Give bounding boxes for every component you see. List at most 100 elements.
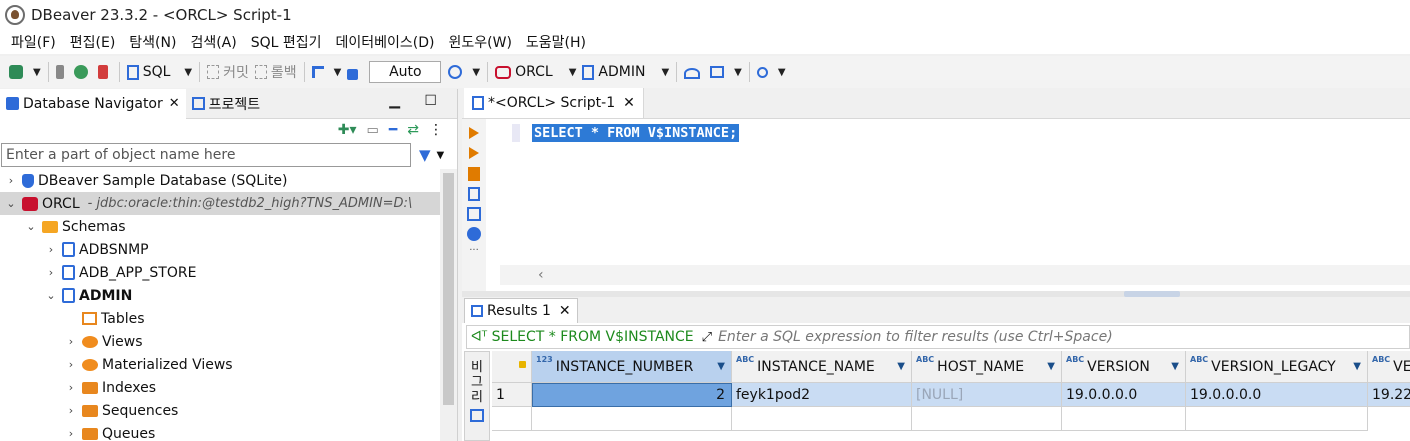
tree-item-sequences[interactable]: › Sequences (0, 399, 457, 422)
grid-view-label[interactable]: 비그리 (471, 360, 483, 405)
tree-item-orcl[interactable]: ⌄ ORCL - jdbc:oracle:thin:@testdb2_high?… (0, 192, 457, 215)
chevron-down-icon[interactable]: ▼ (437, 150, 445, 161)
cell-ve[interactable]: 19.22. (1368, 383, 1410, 407)
row-number[interactable]: 1 (492, 383, 532, 407)
chevron-right-icon[interactable]: › (64, 358, 78, 371)
chevron-right-icon[interactable]: › (64, 404, 78, 417)
sort-arrow-icon[interactable]: ▼ (1171, 361, 1179, 372)
tree-item-sample-db[interactable]: › DBeaver Sample Database (SQLite) (0, 169, 457, 192)
tree-item-admin[interactable]: ⌄ ADMIN (0, 284, 457, 307)
tree-item-schemas[interactable]: ⌄ Schemas (0, 215, 457, 238)
chevron-down-icon[interactable]: ⌄ (4, 197, 18, 210)
explain-plan-icon[interactable] (468, 187, 480, 201)
close-icon[interactable]: ✕ (169, 96, 180, 111)
menu-help[interactable]: 도움말(H) (519, 32, 593, 52)
sort-arrow-icon[interactable]: ▼ (1353, 361, 1361, 372)
settings-gear-icon[interactable] (467, 227, 481, 241)
view-menu-icon[interactable]: ⋮ (429, 122, 443, 138)
schema-selector[interactable]: ADMIN ▼ (579, 59, 672, 85)
column-header-host-name[interactable]: ABC HOST_NAME ▼ (912, 351, 1062, 383)
chevron-right-icon[interactable]: › (64, 335, 78, 348)
navigator-scrollbar[interactable] (440, 169, 457, 441)
menu-window[interactable]: 윈도우(W) (442, 32, 519, 52)
erd-button[interactable]: ▼ (707, 59, 745, 85)
sql-editor-button[interactable]: SQL ▼ (124, 59, 195, 85)
tree-item-indexes[interactable]: › Indexes (0, 376, 457, 399)
table-row[interactable]: 1 2 feyk1pod2 [NULL] 19.0.0.0.0 19.0.0.0… (492, 383, 1410, 407)
sort-arrow-icon[interactable]: ▼ (717, 361, 725, 372)
chevron-right-icon[interactable]: › (4, 174, 18, 187)
execute-statement-icon[interactable] (467, 127, 481, 141)
transaction-mode-button[interactable]: ▼ (309, 59, 345, 85)
chevron-right-icon[interactable]: › (64, 427, 78, 440)
column-header-version[interactable]: ABC VERSION ▼ (1062, 351, 1186, 383)
close-icon[interactable]: ✕ (559, 303, 571, 319)
datasource-selector[interactable]: ORCL ▼ (492, 59, 579, 85)
column-header-ve[interactable]: ABC VE (1368, 351, 1410, 383)
tree-item-queues[interactable]: › Queues (0, 422, 457, 441)
column-header-instance-name[interactable]: ABC INSTANCE_NAME ▼ (732, 351, 912, 383)
chevron-right-icon[interactable]: › (44, 266, 58, 279)
row-number-header[interactable] (492, 351, 532, 383)
chevron-down-icon[interactable]: ⌄ (44, 289, 58, 302)
auto-commit-field[interactable]: Auto (369, 61, 442, 83)
cell-version-legacy[interactable]: 19.0.0.0.0 (1186, 383, 1368, 407)
editor-horizontal-scrollbar[interactable]: ‹ (500, 265, 1410, 285)
tree-item-adb-app-store[interactable]: › ADB_APP_STORE (0, 261, 457, 284)
selected-sql-statement[interactable]: SELECT * FROM V$INSTANCE; (532, 124, 740, 142)
tab-database-navigator[interactable]: Database Navigator ✕ (0, 88, 186, 119)
cell-version[interactable]: 19.0.0.0.0 (1062, 383, 1186, 407)
cell-host-name[interactable]: [NULL] (912, 383, 1062, 407)
execute-script-icon[interactable] (468, 167, 480, 181)
menu-database[interactable]: 데이터베이스(D) (329, 32, 442, 52)
sort-arrow-icon[interactable]: ▼ (897, 361, 905, 372)
chevron-right-icon[interactable]: › (44, 243, 58, 256)
new-connection-button[interactable]: ▼ (6, 59, 44, 85)
reconnect-button[interactable] (71, 59, 95, 85)
close-icon[interactable]: ✕ (623, 95, 635, 111)
menu-file[interactable]: 파일(F) (4, 32, 63, 52)
history-button[interactable]: ▼ (445, 59, 483, 85)
grid-icon[interactable] (470, 409, 484, 422)
tree-item-materialized-views[interactable]: › Materialized Views (0, 353, 457, 376)
connect-button[interactable] (53, 59, 71, 85)
collapse-all-icon[interactable]: ━ (389, 122, 397, 138)
tree-item-views[interactable]: › Views (0, 330, 457, 353)
cell-instance-number[interactable]: 2 (532, 383, 732, 407)
tree-item-adbsnmp[interactable]: › ADBSNMP (0, 238, 457, 261)
sort-arrow-icon[interactable]: ▼ (1047, 361, 1055, 372)
chevron-down-icon[interactable]: ⌄ (24, 220, 38, 233)
new-connection-icon[interactable]: ✚▾ (338, 122, 357, 138)
expand-icon[interactable]: ⤢ (702, 330, 712, 345)
disconnect-button[interactable] (95, 59, 115, 85)
menu-edit[interactable]: 편집(E) (63, 32, 123, 52)
more-icon[interactable]: ··· (467, 246, 481, 261)
filter-expression-input[interactable]: Enter a SQL expression to filter results… (718, 329, 1113, 345)
tab-projects[interactable]: 프로젝트 (186, 89, 267, 119)
column-header-instance-number[interactable]: 123 INSTANCE_NUMBER ▼ (532, 351, 732, 383)
lock-button[interactable] (344, 59, 365, 85)
menu-search[interactable]: 검색(A) (183, 32, 243, 52)
code-area[interactable]: SELECT * FROM V$INSTANCE; (500, 119, 1410, 269)
scroll-left-icon[interactable]: ‹ (538, 267, 544, 283)
tree-item-tables[interactable]: Tables (0, 307, 457, 330)
filter-icon[interactable]: ▼ (419, 146, 431, 164)
object-filter-input[interactable] (1, 143, 411, 167)
execute-in-new-tab-icon[interactable] (467, 147, 481, 161)
link-editor-icon[interactable]: ⇄ (407, 122, 419, 138)
menu-navigate[interactable]: 탐색(N) (122, 32, 183, 52)
column-header-version-legacy[interactable]: ABC VERSION_LEGACY ▼ (1186, 351, 1368, 383)
scrollbar-thumb[interactable] (443, 173, 454, 405)
commit-button[interactable]: 커밋 (204, 59, 252, 85)
search-button[interactable]: ▼ (754, 59, 789, 85)
cell-instance-name[interactable]: feyk1pod2 (732, 383, 912, 407)
console-icon[interactable] (467, 207, 481, 221)
menu-sql-editor[interactable]: SQL 편집기 (244, 32, 329, 52)
tab-results-1[interactable]: Results 1 ✕ (464, 298, 578, 323)
tab-script-1[interactable]: *<ORCL> Script-1 ✕ (464, 88, 644, 118)
chevron-right-icon[interactable]: › (64, 381, 78, 394)
rollback-button[interactable]: 롤백 (252, 59, 300, 85)
new-folder-icon[interactable]: ▭ (367, 123, 379, 138)
dashboard-button[interactable] (681, 59, 707, 85)
minimize-maximize-icons[interactable]: ▁ ☐ (389, 93, 447, 109)
